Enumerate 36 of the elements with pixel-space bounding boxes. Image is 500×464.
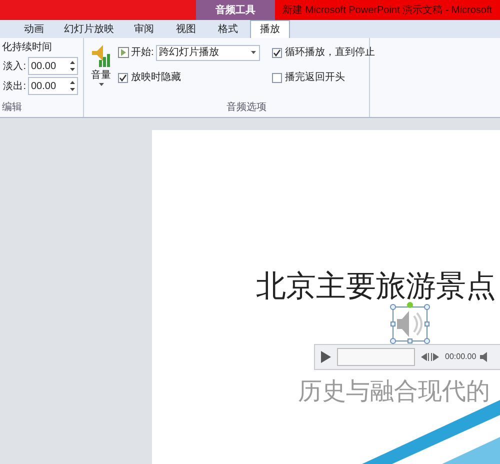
play-start-icon	[118, 47, 129, 58]
checkmark-icon	[273, 48, 281, 57]
caret-icon	[250, 51, 256, 54]
group-heading: 化持续时间	[2, 40, 53, 55]
field-label: 淡出:	[2, 80, 26, 94]
start-dropdown[interactable]: 跨幻灯片播放	[156, 44, 260, 61]
ribbon-tab[interactable]: 动画	[14, 20, 54, 38]
spin-field[interactable]: 00.00	[28, 77, 78, 95]
slide-subtitle: 历史与融合现代的	[298, 378, 490, 407]
start-label: 开始:	[131, 46, 154, 60]
speaker-icon	[90, 44, 112, 68]
volume-button[interactable]: 音量	[90, 44, 112, 86]
context-tab-label: 音频工具	[196, 0, 275, 20]
ribbon-tab[interactable]: 格式	[208, 20, 248, 38]
checkbox[interactable]: 播完返回开头	[272, 70, 382, 86]
window-title: 新建 Microsoft PowerPoint 演示文稿 - Microsoft	[274, 0, 500, 20]
time-readout: 00:00.00	[445, 351, 476, 363]
spinner-icon[interactable]	[70, 60, 77, 72]
slide-title: 北京主要旅游景点	[256, 269, 496, 305]
spinner-icon[interactable]	[70, 80, 77, 92]
checkbox[interactable]: 放映时隐藏	[118, 70, 270, 86]
group-label: 编辑	[2, 100, 23, 115]
group-label: 音频选项	[226, 100, 266, 115]
ribbon-tab[interactable]: 视图	[166, 20, 206, 38]
field-label: 淡入:	[2, 60, 26, 74]
spin-field[interactable]: 00.00	[28, 57, 78, 75]
ribbon-tab[interactable]: 审阅	[124, 20, 164, 38]
sound-icon[interactable]	[389, 302, 431, 346]
checkbox[interactable]: 循环播放，直到停止	[272, 45, 382, 60]
play-icon[interactable]	[321, 351, 331, 363]
progress-track[interactable]	[337, 348, 415, 366]
skip-icons[interactable]	[421, 353, 439, 361]
ribbon-tab[interactable]: 幻灯片放映	[56, 20, 122, 38]
checkmark-icon	[119, 74, 127, 82]
caret-icon	[98, 83, 104, 86]
ribbon-tab[interactable]: 播放	[250, 20, 290, 38]
